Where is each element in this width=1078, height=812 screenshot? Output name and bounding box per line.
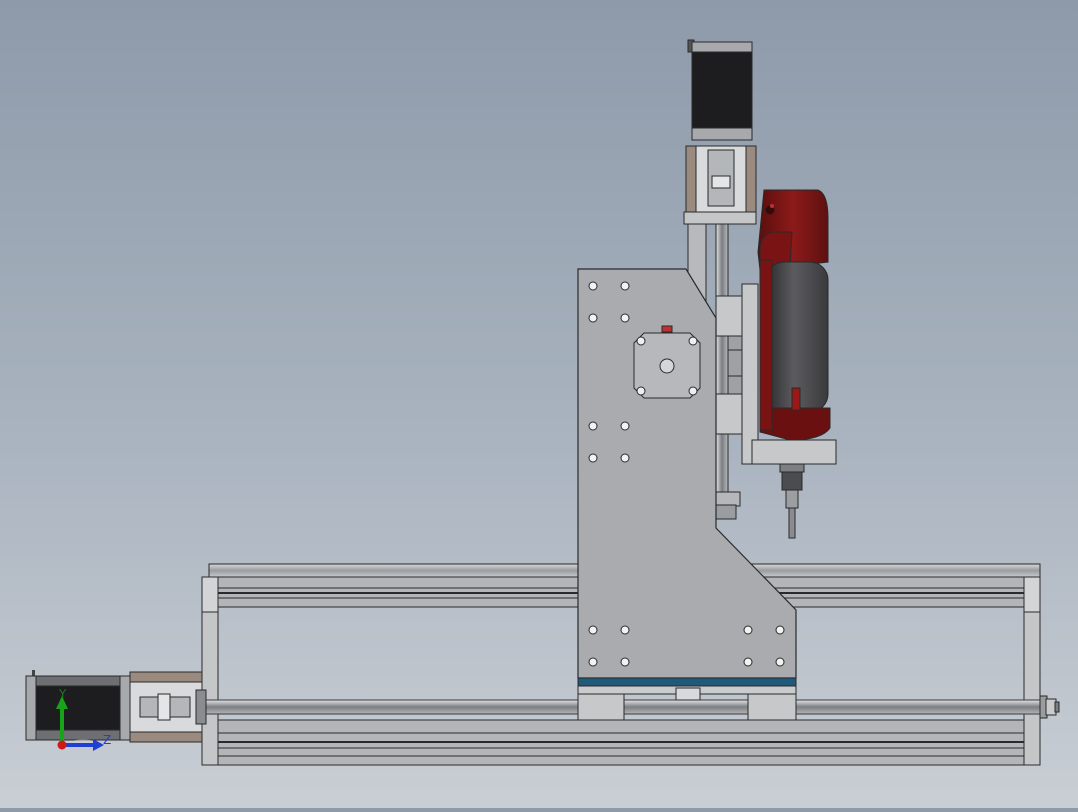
x-coupler-housing: [129, 671, 207, 743]
spindle: [751, 189, 837, 539]
left-bearing-block: [577, 693, 625, 721]
x-stepper-motor: [25, 670, 131, 741]
cutting-tool: [788, 507, 796, 539]
spindle-clamp: [751, 439, 837, 465]
right-shaft-end: [1039, 695, 1060, 719]
cad-viewport[interactable]: Y Z: [0, 0, 1078, 808]
carriage-blue-strip: [577, 677, 797, 687]
triad-y-label: Y: [58, 687, 67, 701]
triad-origin: [57, 740, 67, 750]
z-stepper-motor: [691, 41, 753, 139]
y-motor-flange: [633, 325, 701, 399]
z-lead-screw: [715, 223, 729, 515]
spindle-mount-plate: [741, 283, 759, 465]
right-bearing-block: [747, 693, 797, 721]
triad-z-label: Z: [103, 733, 111, 747]
cnc-assembly-drawing: Y Z: [25, 39, 1060, 766]
